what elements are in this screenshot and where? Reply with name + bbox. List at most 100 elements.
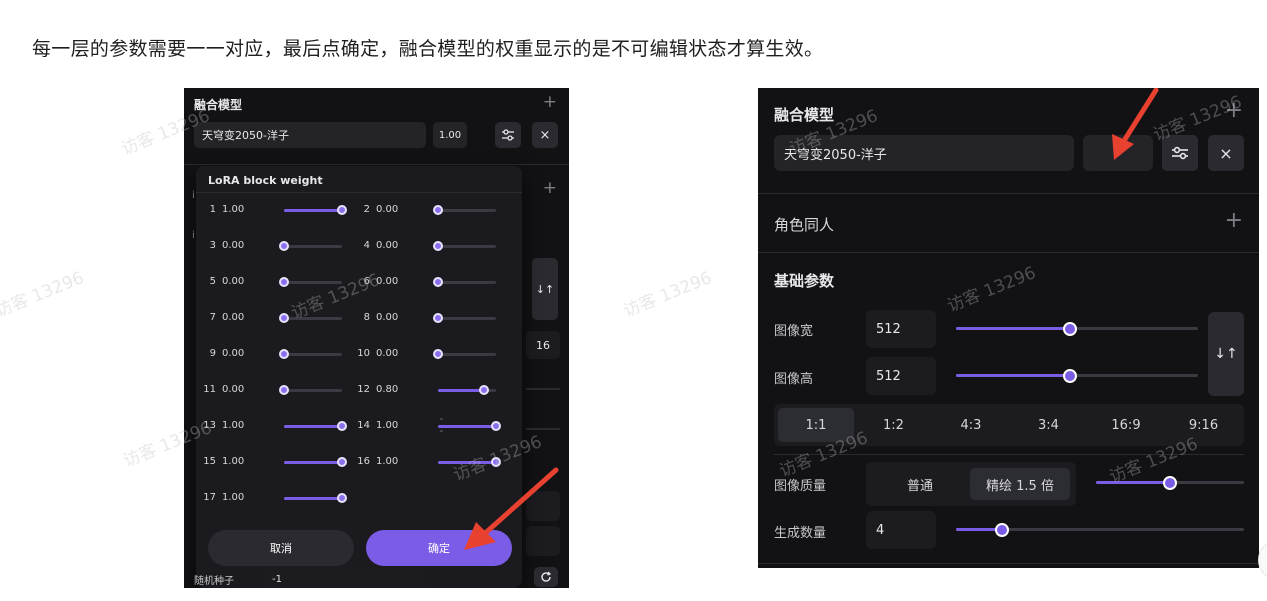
side-value[interactable]: 16: [526, 331, 560, 359]
plus-icon[interactable]: +: [1225, 100, 1243, 122]
lora-block-value[interactable]: 1.00: [222, 488, 244, 508]
lora-block-slider[interactable]: [433, 349, 496, 359]
lora-block-index: 9: [209, 348, 216, 359]
image-height-input[interactable]: 512: [866, 357, 936, 395]
slider-knob[interactable]: [433, 241, 443, 251]
sliders-icon[interactable]: [495, 122, 521, 148]
left-model-weight-field[interactable]: 1.00: [433, 122, 467, 148]
ratio-option[interactable]: 9:16: [1166, 408, 1242, 442]
image-width-slider[interactable]: [956, 322, 1198, 336]
lora-block-slider[interactable]: [438, 421, 501, 431]
seed-input[interactable]: -1: [266, 570, 426, 588]
lora-block-value[interactable]: 0.00: [376, 344, 398, 364]
field-box[interactable]: [526, 491, 560, 521]
stepper-icon[interactable]: ⌃ ⌄: [438, 418, 445, 434]
lora-block-slider[interactable]: [433, 313, 496, 323]
slider-knob[interactable]: [491, 457, 501, 467]
lora-block-value[interactable]: 0.00: [376, 200, 398, 220]
lora-block-slider[interactable]: [279, 385, 342, 395]
lora-block-slider[interactable]: [279, 241, 342, 251]
generate-count-input[interactable]: 4: [866, 511, 936, 549]
ratio-option[interactable]: 3:4: [1011, 408, 1087, 442]
lora-block-value[interactable]: 1.00: [376, 416, 398, 436]
lora-block-value[interactable]: 0.80: [376, 380, 398, 400]
quality-option[interactable]: 精绘 1.5 倍: [970, 468, 1070, 500]
lora-block-value[interactable]: 0.00: [376, 236, 398, 256]
lora-block-value[interactable]: 0.00: [222, 272, 244, 292]
lora-block-value[interactable]: 1.00: [222, 416, 244, 436]
ratio-option[interactable]: 4:3: [933, 408, 1009, 442]
lora-block-weight-popup: LoRA block weight 1 1.00 2 0.00 3 0.00 4 0.00 5 0…: [196, 166, 522, 588]
lora-block-value[interactable]: 0.00: [222, 308, 244, 328]
lora-block-slider[interactable]: [433, 277, 496, 287]
refresh-icon[interactable]: [534, 567, 558, 587]
plus-icon[interactable]: +: [543, 180, 557, 197]
slider-knob[interactable]: [995, 523, 1010, 537]
lora-block-value[interactable]: 1.00: [376, 452, 398, 472]
slider-knob[interactable]: [1062, 369, 1077, 383]
lora-block-slider[interactable]: [279, 313, 342, 323]
lora-block-value[interactable]: 0.00: [222, 344, 244, 364]
image-width-input[interactable]: 512: [866, 310, 936, 348]
lora-block-index: 16: [357, 456, 370, 467]
slider-knob[interactable]: [279, 241, 289, 251]
plus-icon[interactable]: +: [1225, 210, 1243, 232]
plus-icon[interactable]: +: [543, 94, 557, 111]
lora-block-slider[interactable]: [433, 241, 496, 251]
lora-block-slider[interactable]: [284, 421, 347, 431]
field-box[interactable]: [526, 526, 560, 556]
close-icon[interactable]: ×: [1208, 135, 1244, 171]
lora-row: 4 0.00: [352, 236, 512, 256]
quality-option[interactable]: 普通: [872, 468, 968, 500]
lora-block-value[interactable]: 0.00: [376, 308, 398, 328]
lora-block-slider[interactable]: [279, 349, 342, 359]
slider-knob[interactable]: [1062, 322, 1077, 336]
slider-knob[interactable]: [479, 385, 490, 395]
lora-block-value[interactable]: 0.00: [222, 380, 244, 400]
lora-block-value[interactable]: 0.00: [376, 272, 398, 292]
close-icon[interactable]: ×: [532, 122, 558, 148]
divider: [774, 454, 1244, 455]
left-model-name-field[interactable]: 天穹变2050-洋子: [194, 122, 426, 148]
lora-block-value[interactable]: 0.00: [222, 236, 244, 256]
lora-block-slider[interactable]: [438, 457, 501, 467]
ratio-option[interactable]: 1:2: [856, 408, 932, 442]
slider-knob[interactable]: [1163, 476, 1177, 490]
slider-knob[interactable]: [279, 277, 289, 287]
right-model-name-field[interactable]: 天穹变2050-洋子: [774, 135, 1074, 171]
ratio-option[interactable]: 16:9: [1088, 408, 1164, 442]
lora-block-slider[interactable]: [438, 385, 496, 395]
image-height-slider[interactable]: [956, 369, 1198, 383]
lora-block-slider[interactable]: [284, 457, 347, 467]
slider-knob[interactable]: [279, 313, 289, 323]
lora-block-value[interactable]: 1.00: [222, 452, 244, 472]
image-quality-slider[interactable]: [1096, 476, 1244, 490]
slider-knob[interactable]: [433, 205, 443, 215]
slider-knob[interactable]: [433, 277, 443, 287]
sliders-icon[interactable]: [1162, 135, 1198, 171]
slider-knob[interactable]: [279, 385, 289, 395]
lora-row: 11 0.00: [198, 380, 358, 400]
slider-knob[interactable]: [337, 205, 347, 215]
slider-knob[interactable]: [433, 313, 443, 323]
ratio-option[interactable]: 1:1: [778, 408, 854, 442]
divider: [758, 193, 1259, 194]
slider-knob[interactable]: [491, 421, 501, 431]
watermark-text: 访客 13296: [0, 268, 87, 322]
slider-knob[interactable]: [337, 421, 347, 431]
lora-block-slider[interactable]: [279, 277, 342, 287]
generate-count-slider[interactable]: [956, 523, 1244, 537]
swap-dimensions-icon[interactable]: ↓↑: [1208, 312, 1244, 396]
lora-block-value[interactable]: 1.00: [222, 200, 244, 220]
slider-knob[interactable]: [279, 349, 289, 359]
lora-block-slider[interactable]: [433, 205, 496, 215]
image-quality-selector: 普通 精绘 1.5 倍: [866, 462, 1076, 506]
slider-knob[interactable]: [433, 349, 443, 359]
slider-knob[interactable]: [337, 457, 347, 467]
slider-knob[interactable]: [337, 493, 347, 503]
lora-block-slider[interactable]: [284, 205, 347, 215]
cancel-button[interactable]: 取消: [208, 530, 354, 566]
swap-icon[interactable]: ↓↑: [532, 258, 558, 320]
lora-block-slider[interactable]: [284, 493, 347, 503]
confirm-button[interactable]: 确定: [366, 530, 512, 566]
